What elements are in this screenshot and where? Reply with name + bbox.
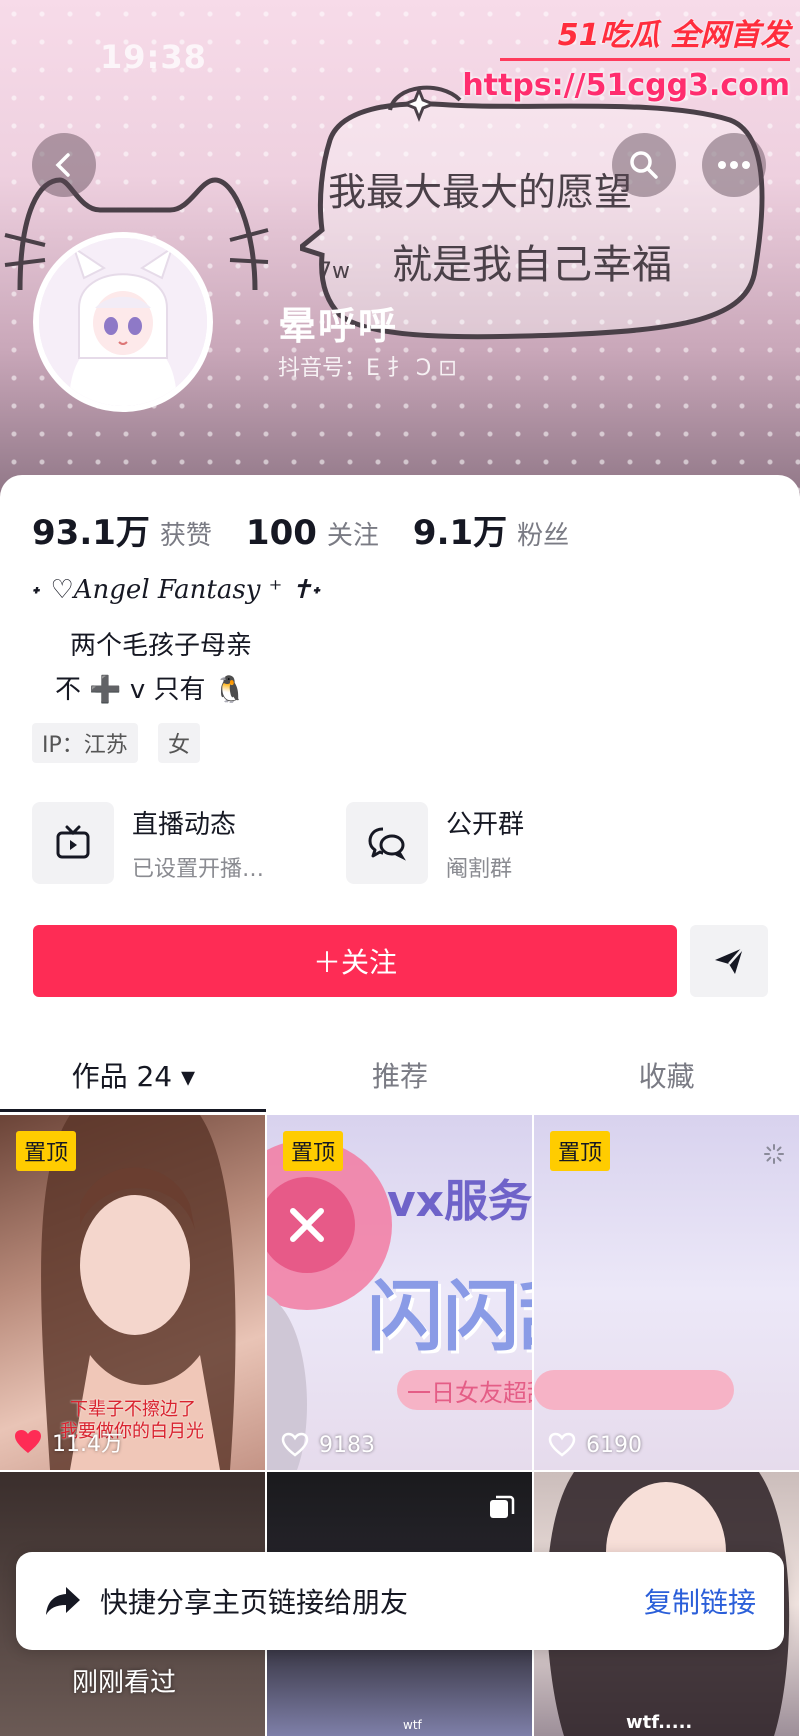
profile-header: 我最大最大的愿望 7w 就是我自己幸福 19:38 51吃瓜 全网首发 http… bbox=[0, 0, 800, 500]
heart-filled-icon bbox=[15, 1430, 41, 1453]
promo-title: vx服务耗： bbox=[387, 1176, 532, 1227]
bio-title: ˖ ♡Angel Fantasy ⁺ ✝˖ bbox=[32, 575, 323, 605]
multi-image-icon bbox=[490, 1495, 515, 1518]
loading-spinner-icon bbox=[764, 1144, 784, 1164]
copy-link-button[interactable]: 复制链接 bbox=[644, 1581, 756, 1621]
bio-line-2: 不 ➕ v 只有 🐧 bbox=[55, 675, 247, 705]
heart-outline-icon bbox=[548, 1432, 576, 1457]
feature-live-title: 直播动态 bbox=[132, 809, 237, 840]
search-icon bbox=[630, 151, 658, 179]
svg-text:7w: 7w bbox=[318, 259, 350, 284]
send-message-button[interactable] bbox=[690, 925, 768, 997]
share-profile-bar: 快捷分享主页链接给朋友 复制链接 bbox=[16, 1552, 784, 1650]
video-thumbnail-2[interactable]: 置顶 vx服务耗： 闪闪甜恋 一日女友超甜体验 9183 bbox=[267, 1115, 532, 1470]
feature-live-subtitle: 已设置开播… bbox=[132, 856, 265, 882]
wtf-label-2: wtf..... bbox=[626, 1712, 693, 1733]
pinned-badge: 置顶 bbox=[550, 1131, 611, 1171]
tag-ip-location: IP：江苏 bbox=[32, 723, 138, 763]
share-prompt: 快捷分享主页链接给朋友 bbox=[100, 1586, 409, 1619]
stat-following[interactable]: 100 关注 bbox=[246, 513, 379, 553]
back-button[interactable] bbox=[32, 133, 96, 197]
douyin-id[interactable]: 抖音号：E 扌 Ɔ ⊡ bbox=[278, 350, 457, 382]
promo-subtitle: 一日女友超甜体验 bbox=[407, 1379, 532, 1407]
feature-group-title: 公开群 bbox=[446, 809, 525, 840]
tab-recommended[interactable]: 推荐 bbox=[267, 1040, 534, 1110]
like-count: 11.4万 bbox=[14, 1426, 123, 1458]
paper-plane-icon bbox=[715, 947, 744, 974]
like-count: 6190 bbox=[548, 1432, 642, 1458]
chevron-left-icon bbox=[55, 153, 70, 177]
feature-public-group[interactable]: 公开群 阉割群 bbox=[346, 802, 524, 884]
follow-button[interactable]: ＋关注 bbox=[33, 925, 677, 997]
watermark-underline bbox=[500, 58, 790, 61]
avatar[interactable] bbox=[33, 232, 213, 412]
stat-likes[interactable]: 93.1万 获赞 bbox=[32, 505, 212, 554]
tab-works[interactable]: 作品 24 ▾ bbox=[0, 1040, 267, 1110]
watermark-url: https://51cgg3.com bbox=[462, 68, 790, 103]
like-count: 9183 bbox=[281, 1432, 375, 1458]
heart-outline-icon bbox=[281, 1432, 309, 1457]
wtf-label: wtf bbox=[403, 1718, 422, 1732]
status-time: 19:38 bbox=[100, 38, 207, 76]
recently-viewed-label: 刚刚看过 bbox=[72, 1668, 177, 1698]
content-tabs: 作品 24 ▾ 推荐 收藏 bbox=[0, 1040, 800, 1110]
video-thumbnail-1[interactable]: 置顶 下辈子不擦边了 我要做你的白月光 11.4万 bbox=[0, 1115, 265, 1470]
svg-text:就是我自己幸福: 就是我自己幸福 bbox=[392, 242, 672, 288]
feature-group-subtitle: 阉割群 bbox=[446, 856, 513, 882]
svg-text:我最大最大的愿望: 我最大最大的愿望 bbox=[328, 170, 632, 214]
avatar-anime-girl-illustration bbox=[39, 238, 207, 406]
pinned-badge: 置顶 bbox=[283, 1131, 344, 1171]
tab-favorites[interactable]: 收藏 bbox=[533, 1040, 800, 1110]
video-thumbnail-3[interactable]: 置顶 6190 bbox=[534, 1115, 799, 1470]
search-button[interactable] bbox=[612, 133, 676, 197]
promo-big-text: 闪闪甜恋 bbox=[367, 1272, 532, 1361]
profile-stats: 93.1万 获赞 100 关注 9.1万 粉丝 bbox=[32, 505, 569, 554]
share-arrow-icon bbox=[46, 1587, 80, 1615]
username: 晕呼呼 bbox=[278, 304, 399, 348]
active-tab-underline bbox=[0, 1109, 266, 1112]
tv-icon bbox=[32, 802, 114, 884]
watermark-logo: 51吃瓜 全网首发 bbox=[557, 18, 790, 53]
chat-bubbles-icon bbox=[346, 802, 428, 884]
stat-followers[interactable]: 9.1万 粉丝 bbox=[413, 505, 569, 554]
more-button[interactable] bbox=[702, 133, 766, 197]
pinned-badge: 置顶 bbox=[16, 1131, 77, 1171]
tag-gender: 女 bbox=[158, 723, 201, 763]
feature-live-updates[interactable]: 直播动态 已设置开播… bbox=[32, 802, 264, 884]
bio-line-1: 两个毛孩子母亲 bbox=[70, 631, 253, 661]
more-icon bbox=[718, 161, 750, 169]
